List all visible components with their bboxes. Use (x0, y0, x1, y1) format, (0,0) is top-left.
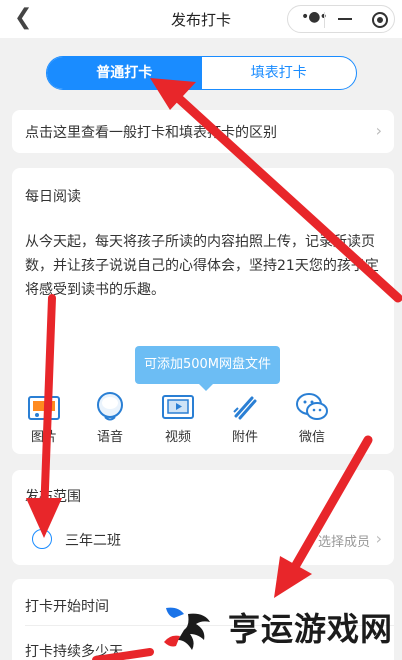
nav-header: ❮ 发布打卡 •●• (0, 0, 402, 38)
content-body[interactable]: 从今天起，每天将孩子所读的内容拍照上传，记录所读页数，并让孩子说说自己的心得体会… (25, 230, 385, 302)
tab-form-punch[interactable]: 填表打卡 (202, 57, 357, 89)
add-audio-button[interactable]: 语音 (80, 392, 140, 445)
minimize-icon[interactable] (338, 18, 352, 20)
duration-label[interactable]: 打卡持续多少天 (25, 641, 123, 660)
chevron-right-icon: › (375, 121, 382, 140)
watermark: 亨运游戏网 (160, 598, 398, 658)
media-label: 图片 (30, 430, 57, 445)
add-attachment-button[interactable]: 附件 (215, 392, 275, 445)
add-wechat-button[interactable]: 微信 (282, 392, 342, 445)
video-icon (148, 392, 208, 422)
microphone-icon (80, 392, 140, 422)
select-members-link[interactable]: 选择成员 (318, 531, 370, 550)
scope-title: 发布范围 (25, 489, 81, 505)
more-dots-icon[interactable]: •●• (301, 9, 328, 25)
image-icon (14, 392, 74, 422)
info-row-text: 点击这里查看一般打卡和填表打卡的区别 (25, 125, 277, 141)
paperclip-icon (215, 392, 275, 422)
media-label: 附件 (231, 430, 258, 445)
watermark-text: 亨运游戏网 (228, 610, 394, 648)
punch-difference-link[interactable]: 点击这里查看一般打卡和填表打卡的区别 › (12, 110, 394, 153)
wechat-icon (282, 392, 342, 422)
capsule-divider (324, 12, 325, 28)
content-title[interactable]: 每日阅读 (25, 186, 81, 206)
mini-program-capsule: •●• (287, 5, 395, 33)
media-label: 语音 (96, 430, 123, 445)
chevron-right-icon[interactable]: › (376, 529, 382, 548)
punch-type-switch: 普通打卡 填表打卡 (46, 56, 357, 90)
tab-normal-punch[interactable]: 普通打卡 (47, 57, 202, 89)
target-close-icon[interactable] (372, 12, 388, 28)
class-radio[interactable] (32, 529, 52, 549)
dragon-logo-icon (164, 607, 210, 650)
media-label: 视频 (164, 430, 191, 445)
add-image-button[interactable]: 图片 (14, 392, 74, 445)
start-time-label[interactable]: 打卡开始时间 (25, 596, 109, 616)
add-video-button[interactable]: 视频 (148, 392, 208, 445)
cloud-file-tooltip: 可添加500M网盘文件 (135, 346, 280, 391)
class-name[interactable]: 三年二班 (65, 530, 121, 550)
media-label: 微信 (298, 430, 325, 445)
publish-scope-card: 发布范围 三年二班 选择成员 › (12, 470, 394, 565)
